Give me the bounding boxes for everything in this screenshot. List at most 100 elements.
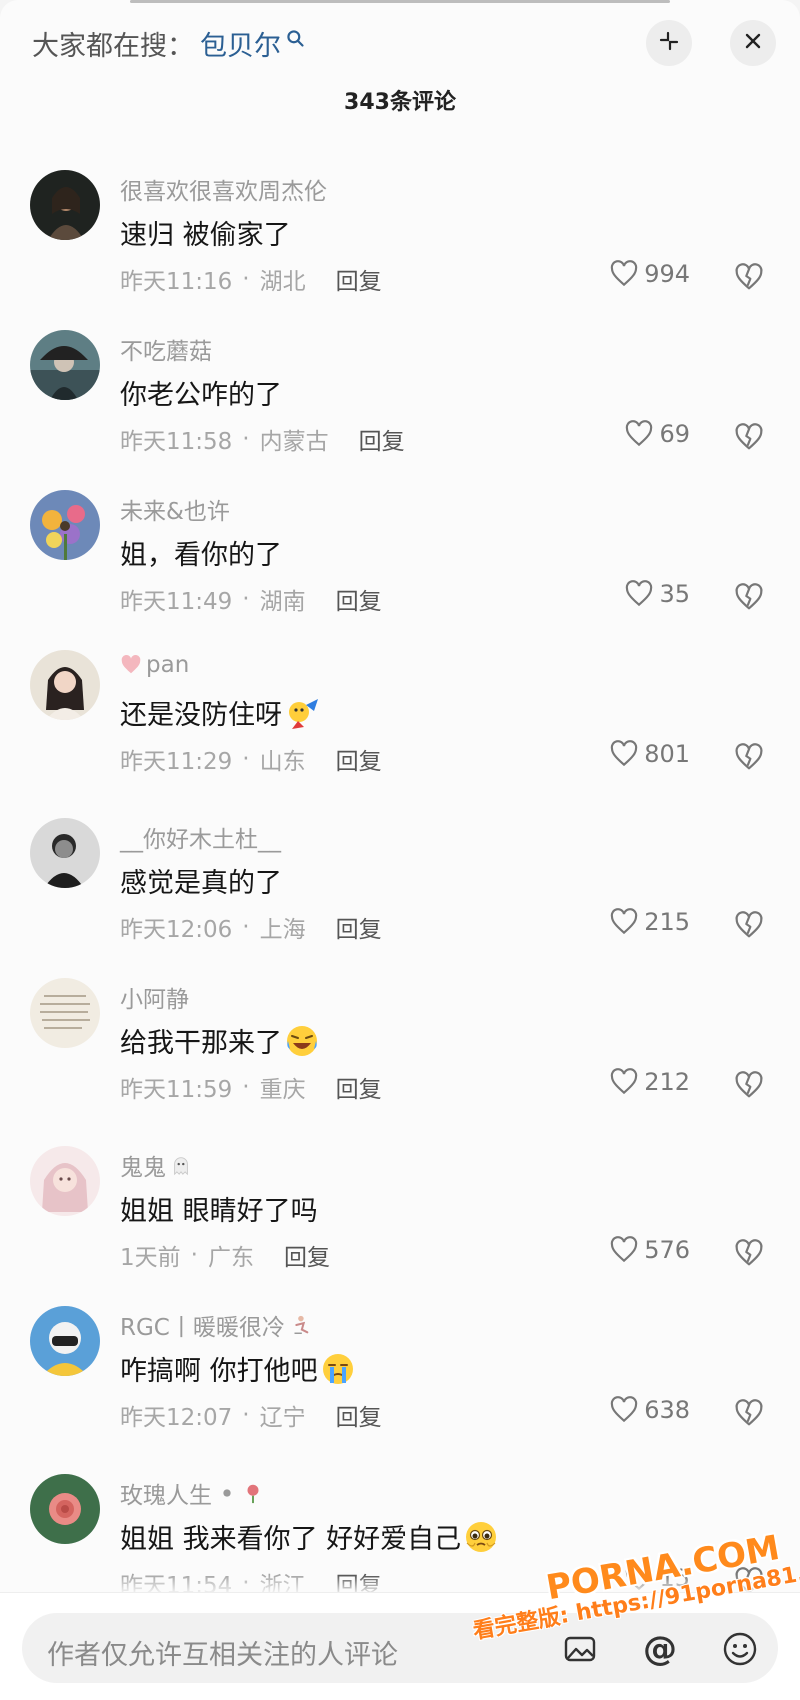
comment-time: 昨天11:59 — [120, 1077, 233, 1103]
like-button[interactable]: 576 — [608, 1234, 690, 1266]
skater-icon — [289, 1314, 311, 1336]
comment-location: 山东 — [259, 749, 306, 775]
reply-button[interactable]: 回复 — [336, 262, 382, 296]
broken-heart-icon[interactable] — [732, 1397, 766, 1427]
trending-search-keyword[interactable]: 包贝尔 — [200, 24, 281, 63]
close-button[interactable] — [730, 20, 776, 66]
avatar[interactable] — [30, 490, 100, 560]
username[interactable]: 小阿静 — [120, 980, 189, 1014]
like-button[interactable]: 801 — [608, 738, 690, 770]
heart-icon — [626, 580, 653, 607]
username[interactable]: 未来&也许 — [120, 492, 230, 526]
avatar[interactable] — [30, 330, 100, 400]
username[interactable]: 鬼鬼 — [120, 1148, 192, 1182]
mention-button[interactable]: @ — [642, 1631, 678, 1667]
like-count: 35 — [659, 580, 690, 608]
broken-heart-icon[interactable] — [732, 581, 766, 611]
comment-input[interactable]: 作者仅允许互相关注的人评论 @ — [22, 1613, 778, 1683]
comment-text-content: 你老公咋的了 — [120, 380, 282, 411]
username[interactable]: RGC丨暖暖很冷 — [120, 1308, 311, 1342]
comment-item[interactable]: __你好木土杜__ 感觉是真的了 昨天12:06 · 上海 回复 215 — [0, 813, 800, 973]
collapse-button[interactable] — [646, 20, 692, 66]
avatar[interactable] — [30, 650, 100, 720]
ghost-icon — [170, 1154, 192, 1176]
heart-icon — [611, 908, 638, 935]
reply-button[interactable]: 回复 — [336, 1070, 382, 1104]
comment-item[interactable]: 很喜欢很喜欢周杰伦 速归 被偷家了 昨天11:16 · 湖北 回复 994 — [0, 165, 800, 325]
like-count: 801 — [644, 740, 690, 768]
reply-button[interactable]: 回复 — [336, 910, 382, 944]
broken-heart-icon[interactable] — [732, 1069, 766, 1099]
comment-text-content: 咋搞啊 你打他吧 — [120, 1356, 318, 1387]
reply-button[interactable]: 回复 — [336, 582, 382, 616]
username-text: 鬼鬼 — [120, 1155, 166, 1181]
comment-text: 姐姐 眼睛好了吗 — [120, 1189, 318, 1228]
broken-heart-icon[interactable] — [732, 1237, 766, 1267]
meta-separator: · — [242, 1402, 250, 1428]
comment-text: 姐姐 我来看你了 好好爱自己 — [120, 1517, 499, 1556]
avatar[interactable] — [30, 1474, 100, 1544]
broken-heart-icon[interactable] — [732, 261, 766, 291]
sparkle-icon — [216, 1482, 238, 1504]
rose-icon — [242, 1482, 264, 1504]
username[interactable]: pan — [120, 652, 189, 678]
avatar[interactable] — [30, 170, 100, 240]
comment-text: 还是没防住呀 — [120, 693, 320, 732]
comment-input-placeholder: 作者仅允许互相关注的人评论 — [47, 1640, 398, 1671]
reply-button[interactable]: 回复 — [336, 742, 382, 776]
trending-search[interactable]: 大家都在搜： 包贝尔 — [32, 24, 309, 63]
comment-item[interactable]: 鬼鬼 姐姐 眼睛好了吗 1天前 · 广东 回复 576 — [0, 1141, 800, 1301]
like-button[interactable]: 69 — [623, 418, 690, 450]
like-button[interactable]: 212 — [608, 1066, 690, 1098]
comment-composer-bar: 作者仅允许互相关注的人评论 @ — [0, 1592, 800, 1700]
avatar[interactable] — [30, 1306, 100, 1376]
comment-location: 辽宁 — [259, 1405, 306, 1431]
broken-heart-icon[interactable] — [732, 909, 766, 939]
broken-heart-icon[interactable] — [732, 741, 766, 771]
reply-button[interactable]: 回复 — [359, 422, 405, 456]
meta-separator: · — [242, 266, 250, 292]
like-count: 638 — [644, 1396, 690, 1424]
comment-text-content: 姐姐 我来看你了 好好爱自己 — [120, 1524, 462, 1555]
comment-meta: 1天前 · 广东 回复 — [120, 1238, 330, 1272]
broken-heart-icon[interactable] — [732, 421, 766, 451]
comment-text-content: 姐姐 眼睛好了吗 — [120, 1196, 318, 1227]
username[interactable]: 很喜欢很喜欢周杰伦 — [120, 172, 327, 206]
image-icon[interactable] — [562, 1631, 598, 1667]
comment-item[interactable]: 未来&也许 姐，看你的了 昨天11:49 · 湖南 回复 35 — [0, 485, 800, 645]
comment-item[interactable]: 不吃蘑菇 你老公咋的了 昨天11:58 · 内蒙古 回复 69 — [0, 325, 800, 485]
comment-item[interactable]: 小阿静 给我干那来了 昨天11:59 · 重庆 回复 212 — [0, 973, 800, 1141]
comment-item[interactable]: RGC丨暖暖很冷 咋搞啊 你打他吧 昨天12:07 · 辽宁 回复 638 — [0, 1301, 800, 1469]
meta-separator: · — [190, 1242, 198, 1268]
like-button[interactable]: 994 — [608, 258, 690, 290]
comment-location: 广东 — [207, 1245, 254, 1271]
reply-button[interactable]: 回复 — [284, 1238, 330, 1272]
comment-text-content: 还是没防住呀 — [120, 700, 282, 731]
comment-meta: 昨天12:07 · 辽宁 回复 — [120, 1398, 382, 1432]
comment-item[interactable]: pan 还是没防住呀 昨天11:29 · 山东 回复 801 — [0, 645, 800, 813]
like-count: 994 — [644, 260, 690, 288]
username[interactable]: 玫瑰人生 — [120, 1476, 264, 1510]
username[interactable]: __你好木土杜__ — [120, 820, 281, 854]
like-button[interactable]: 35 — [623, 578, 690, 610]
username-text: RGC丨暖暖很冷 — [120, 1315, 285, 1341]
like-button[interactable]: 215 — [608, 906, 690, 938]
avatar[interactable] — [30, 818, 100, 888]
avatar[interactable] — [30, 1146, 100, 1216]
comment-list[interactable]: 很喜欢很喜欢周杰伦 速归 被偷家了 昨天11:16 · 湖北 回复 994 不吃蘑菇… — [0, 165, 800, 1629]
heart-icon — [611, 1396, 638, 1423]
reply-button[interactable]: 回复 — [336, 1398, 382, 1432]
username[interactable]: 不吃蘑菇 — [120, 332, 212, 366]
like-button[interactable]: 638 — [608, 1394, 690, 1426]
comment-location: 重庆 — [259, 1077, 306, 1103]
comment-text: 感觉是真的了 — [120, 861, 282, 900]
collapse-icon — [657, 29, 681, 57]
avatar[interactable] — [30, 978, 100, 1048]
pink-heart-icon — [120, 654, 142, 676]
comment-text-content: 速归 被偷家了 — [120, 220, 291, 251]
search-icon — [283, 26, 309, 52]
comment-time: 1天前 — [120, 1245, 181, 1271]
comment-sheet: 大家都在搜： 包贝尔 343条评论 很喜欢很喜欢周杰伦 速归 被偷家了 昨天11… — [0, 0, 800, 1700]
heart-icon — [611, 1068, 638, 1095]
emoji-icon[interactable] — [722, 1631, 758, 1667]
